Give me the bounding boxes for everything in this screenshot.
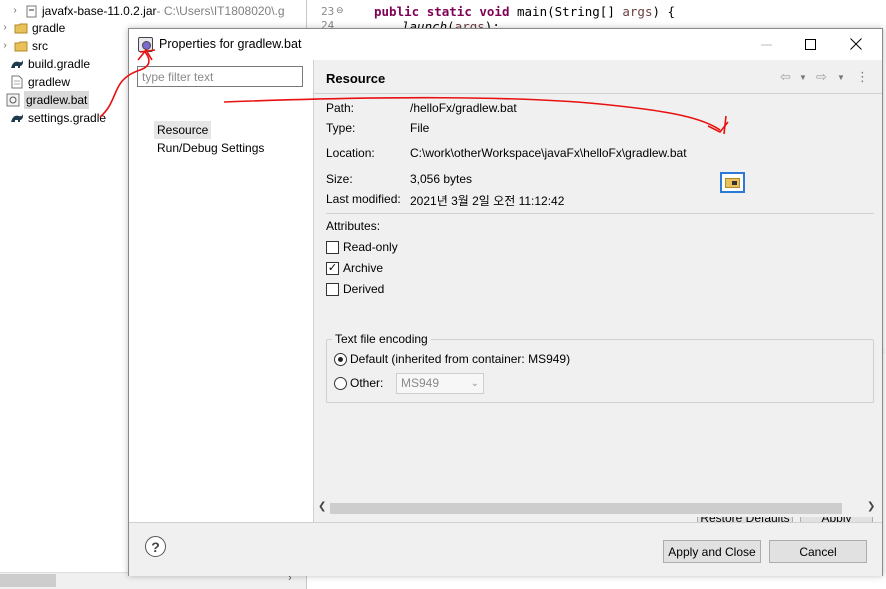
properties-page: Resource ⇦ ▼ ⇨ ▼ ⋮ Path: /helloFx/gradle… — [314, 60, 882, 529]
fold-icon[interactable]: ⊖ — [336, 5, 344, 16]
line-number: 23 — [321, 5, 335, 18]
type-value: File — [410, 121, 430, 135]
show-in-system-explorer-button[interactable] — [720, 172, 745, 193]
gradle-icon — [10, 111, 24, 125]
tree-item-label: javafx-base-11.0.2.jar — [42, 4, 157, 18]
minimize-button[interactable] — [746, 31, 786, 57]
radio-button[interactable] — [334, 352, 347, 366]
checkbox-box[interactable] — [326, 282, 339, 296]
other-encoding-radio[interactable]: Other: — [334, 375, 383, 391]
folder-icon — [14, 21, 28, 35]
help-icon[interactable]: ? — [145, 536, 166, 557]
open-folder-icon — [725, 177, 740, 188]
size-value: 3,056 bytes — [410, 172, 473, 186]
bat-file-icon — [6, 93, 20, 107]
chevron-down-icon: ⌄ — [470, 378, 479, 389]
maximize-button[interactable] — [790, 31, 830, 57]
chevron-down-icon[interactable]: ▼ — [799, 73, 807, 82]
chevron-right-icon[interactable]: › — [10, 2, 20, 20]
tree-item-gradlew[interactable]: gradlew — [10, 73, 70, 91]
attributes-label: Attributes: — [326, 219, 381, 233]
chevron-right-icon[interactable]: › — [0, 19, 10, 37]
size-label: Size: — [326, 172, 353, 186]
checkbox-box[interactable]: ✓ — [326, 261, 339, 275]
divider — [326, 213, 874, 214]
page-horizontal-scrollbar[interactable]: ❮ ❯ — [314, 500, 882, 517]
dialog-titlebar[interactable]: Properties for gradlew.bat — [129, 29, 882, 59]
radio-label: Default (inherited from container: MS949… — [350, 352, 571, 366]
tree-item-gradle-folder[interactable]: › gradle — [0, 19, 65, 37]
checkbox-label: Derived — [343, 282, 385, 296]
tree-item-build-gradle[interactable]: build.gradle — [10, 55, 90, 73]
location-value: C:\work\otherWorkspace\javaFx\helloFx\gr… — [410, 146, 687, 160]
properties-dialog: Properties for gradlew.bat Resource Run/… — [128, 28, 883, 576]
folder-icon — [14, 39, 28, 53]
page-header: Resource ⇦ ▼ ⇨ ▼ ⋮ — [314, 60, 882, 94]
close-icon — [850, 38, 862, 50]
checkbox-label: Read-only — [343, 240, 398, 254]
tree-item-settings-gradle[interactable]: settings.gradle — [10, 109, 106, 127]
tree-item-javafx-jar[interactable]: › javafx-base-11.0.2.jar - C:\Users\IT18… — [10, 2, 285, 20]
type-label: Type: — [326, 121, 356, 135]
gradle-icon — [10, 57, 24, 71]
tree-item-gradlew-bat[interactable]: gradlew.bat — [6, 91, 90, 109]
properties-nav-pane: Resource Run/Debug Settings — [130, 60, 314, 522]
default-encoding-radio[interactable]: Default (inherited from container: MS949… — [334, 351, 570, 367]
scroll-right-icon[interactable]: ❯ — [867, 501, 875, 512]
tree-item-src-folder[interactable]: › src — [0, 37, 48, 55]
dialog-title: Properties for gradlew.bat — [159, 37, 302, 51]
path-label: Path: — [326, 101, 355, 115]
forward-arrow-icon[interactable]: ⇨ — [816, 69, 827, 85]
encoding-group-legend: Text file encoding — [332, 332, 431, 346]
other-encoding-select[interactable]: MS949 ⌄ — [396, 373, 484, 394]
page-title: Resource — [326, 71, 386, 86]
chevron-down-icon[interactable]: ▼ — [837, 73, 845, 82]
nav-item-resource[interactable]: Resource — [154, 121, 212, 139]
radio-label: Other: — [350, 376, 384, 390]
tree-item-label: src — [32, 39, 48, 53]
dialog-footer: ? Apply and Close Cancel — [129, 522, 882, 576]
scrollbar-thumb[interactable] — [330, 503, 842, 514]
checkbox-label: Archive — [343, 261, 384, 275]
location-label: Location: — [326, 146, 375, 160]
path-value: /helloFx/gradlew.bat — [410, 101, 517, 115]
close-button[interactable] — [836, 31, 876, 57]
code-line: public static void main(String[] args) { — [374, 4, 676, 19]
scroll-left-icon[interactable]: ❮ — [318, 501, 326, 512]
tree-item-label: gradlew — [28, 75, 71, 89]
view-menu-icon[interactable]: ⋮ — [856, 69, 869, 85]
back-arrow-icon[interactable]: ⇦ — [780, 69, 791, 85]
cancel-button[interactable]: Cancel — [769, 540, 867, 563]
archive-checkbox[interactable]: ✓ Archive — [326, 260, 383, 276]
checkbox-box[interactable] — [326, 240, 339, 254]
filter-input[interactable] — [137, 66, 303, 87]
jar-icon — [24, 4, 38, 18]
tree-item-label: gradlew.bat — [24, 91, 90, 109]
eclipse-icon — [138, 37, 153, 52]
read-only-checkbox[interactable]: Read-only — [326, 239, 398, 255]
last-modified-label: Last modified: — [326, 192, 401, 206]
select-value: MS949 — [401, 376, 440, 390]
last-modified-value: 2021년 3월 2일 오전 11:12:42 — [410, 194, 565, 208]
tree-item-label: settings.gradle — [28, 111, 107, 125]
radio-button[interactable] — [334, 376, 347, 390]
file-icon — [10, 75, 24, 89]
nav-item-run-debug-settings[interactable]: Run/Debug Settings — [154, 139, 267, 157]
chevron-right-icon[interactable]: › — [0, 37, 10, 55]
tree-item-label: gradle — [32, 21, 66, 35]
tree-item-label: build.gradle — [28, 57, 91, 71]
derived-checkbox[interactable]: Derived — [326, 281, 384, 297]
scrollbar-thumb[interactable] — [0, 574, 56, 587]
tree-item-path: - C:\Users\IT1808020\.g — [156, 4, 285, 18]
apply-and-close-button[interactable]: Apply and Close — [663, 540, 761, 563]
